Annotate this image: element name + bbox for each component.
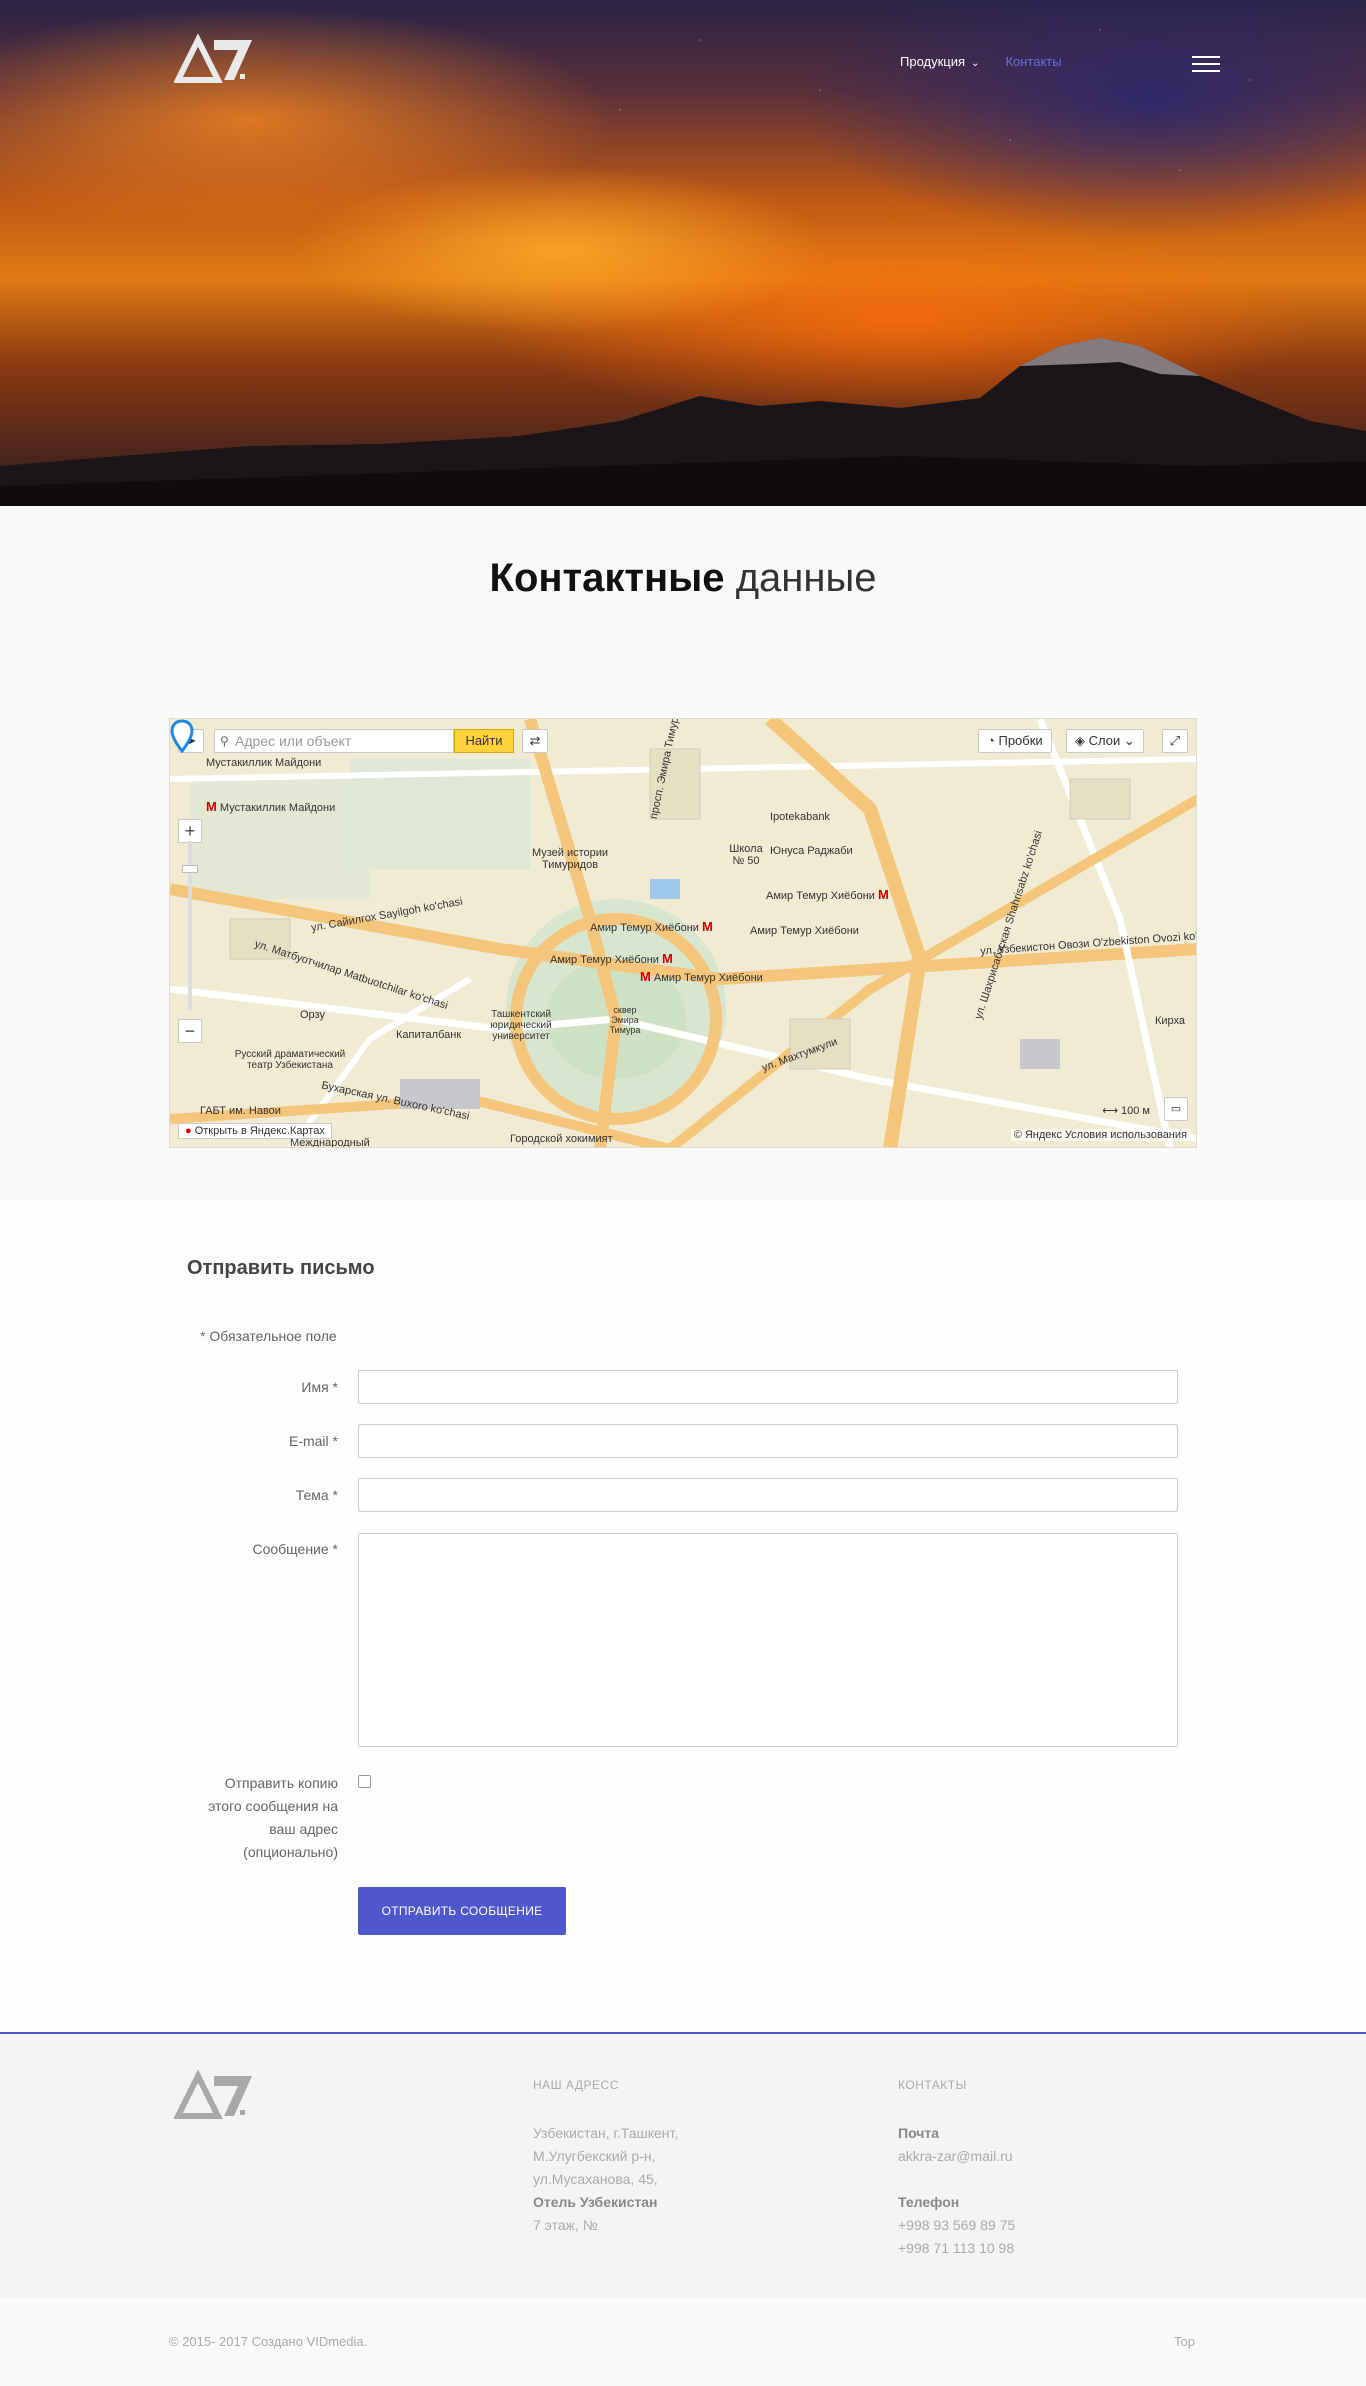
map-route-icon[interactable]: ⇄ <box>522 729 548 753</box>
contacts-heading: КОНТАКТЫ <box>898 2078 967 2092</box>
page-title-light: данные <box>735 556 877 600</box>
map-label: Ташкентский юридический университет <box>490 1009 552 1042</box>
map-label: Русский драматический театр Узбекистана <box>234 1049 346 1071</box>
subject-field[interactable] <box>358 1478 1178 1512</box>
page-title-bold: Контактные <box>489 556 725 600</box>
traffic-icon: ◔ <box>987 733 999 748</box>
map-traffic-button[interactable]: ◔ Пробки <box>978 729 1052 753</box>
map-label: Орзу <box>300 1009 325 1021</box>
yandex-map[interactable]: ➤ ⚲ Адрес или объект Найти ⇄ ◔ Пробки ◈ … <box>169 718 1197 1148</box>
message-field[interactable] <box>358 1533 1178 1747</box>
form-title: Отправить письмо <box>187 1257 375 1279</box>
footer <box>0 2032 1366 2298</box>
copyright: © 2015- 2017 Создано VIDmedia. <box>169 2334 368 2349</box>
map-label: Музей истории Тимуридов <box>531 847 609 871</box>
map-label: Амир Темур Хиёбони M <box>590 919 713 934</box>
map-scale: ⟷ 100 м <box>1102 1105 1150 1117</box>
message-label: Сообщение * <box>252 1541 338 1557</box>
subject-label: Тема * <box>295 1487 338 1503</box>
map-label: сквер Эмира Тимура <box>609 1005 641 1035</box>
site-logo[interactable] <box>174 34 254 84</box>
address-block: Узбекистан, г.Ташкент, М.Улугбекский р-н… <box>533 2125 679 2233</box>
hero-mountains <box>0 338 1366 506</box>
hero-banner: Продукция ⌄ Контакты <box>0 0 1366 506</box>
nav-item-contacts[interactable]: Контакты <box>1005 54 1061 69</box>
location-pin-icon[interactable] <box>170 719 194 753</box>
map-label: Юнуса Раджаби <box>770 845 853 857</box>
email-label: E-mail * <box>288 1433 338 1449</box>
search-icon: ⚲ <box>220 734 229 748</box>
map-search-input[interactable]: ⚲ Адрес или объект <box>214 729 454 753</box>
send-copy-checkbox[interactable] <box>358 1775 371 1788</box>
email-link[interactable]: akkra-zar@mail.ru <box>898 2145 1015 2168</box>
nav-item-products[interactable]: Продукция ⌄ <box>900 54 979 69</box>
map-find-button[interactable]: Найти <box>454 729 514 753</box>
name-label: Имя * <box>301 1379 338 1395</box>
phone-1[interactable]: +998 93 569 89 75 <box>898 2214 1015 2237</box>
map-label: Мустакиллик Майдони <box>206 757 322 769</box>
menu-icon[interactable] <box>1192 56 1220 74</box>
map-label: Капиталбанк <box>396 1029 462 1041</box>
layers-icon: ◈ <box>1075 733 1089 748</box>
map-layers-button[interactable]: ◈ Слои ⌄ <box>1066 729 1144 753</box>
map-label: Школа № 50 <box>729 843 763 867</box>
map-label: Амир Темур Хиёбони <box>750 925 859 937</box>
back-to-top-link[interactable]: Top <box>1174 2334 1195 2349</box>
copy-label: Отправить копию этого сообщения на ваш а… <box>208 1775 338 1860</box>
map-open-link[interactable]: ● Открыть в Яндекс.Картах <box>178 1123 332 1139</box>
map-label: M Мустакиллик Майдони <box>206 799 336 814</box>
map-label: Городской хокимият <box>510 1133 613 1145</box>
email-field[interactable] <box>358 1424 1178 1458</box>
footer-logo[interactable] <box>174 2070 254 2120</box>
required-note: * Обязательное поле <box>200 1328 337 1344</box>
map-zoom-in-button[interactable]: + <box>178 819 202 843</box>
chevron-down-icon: ⌄ <box>1120 733 1135 748</box>
map-label: Кирха <box>1155 1015 1186 1027</box>
map-label: Ipotekabank <box>770 811 830 823</box>
map-label: M Амир Темур Хиёбони <box>640 969 763 984</box>
map-zoom-slider[interactable] <box>182 865 198 873</box>
map-label: Амир Темур Хиёбони M <box>550 951 673 966</box>
map-zoom-out-button[interactable]: − <box>178 1019 202 1043</box>
ruler-icon[interactable]: ▭ <box>1164 1097 1188 1121</box>
fullscreen-icon[interactable]: ⤢ <box>1162 729 1188 753</box>
map-label: ГАБТ им. Навои <box>200 1105 281 1117</box>
chevron-down-icon: ⌄ <box>971 58 980 69</box>
main-nav: Продукция ⌄ Контакты <box>900 54 1062 69</box>
name-field[interactable] <box>358 1370 1178 1404</box>
map-copyright[interactable]: © Яндекс Условия использования <box>1010 1129 1190 1141</box>
map-marker-icon: ● <box>185 1125 195 1137</box>
map-label: Амир Темур Хиёбони M <box>766 887 889 902</box>
contacts-block: Почта akkra-zar@mail.ru Телефон +998 93 … <box>898 2122 1015 2260</box>
page-title: Контактные данные <box>0 556 1366 601</box>
address-heading: НАШ АДРЕСС <box>533 2078 619 2092</box>
submit-button[interactable]: ОТПРАВИТЬ СООБЩЕНИЕ <box>358 1887 566 1935</box>
phone-2[interactable]: +998 71 113 10 98 <box>898 2237 1015 2260</box>
